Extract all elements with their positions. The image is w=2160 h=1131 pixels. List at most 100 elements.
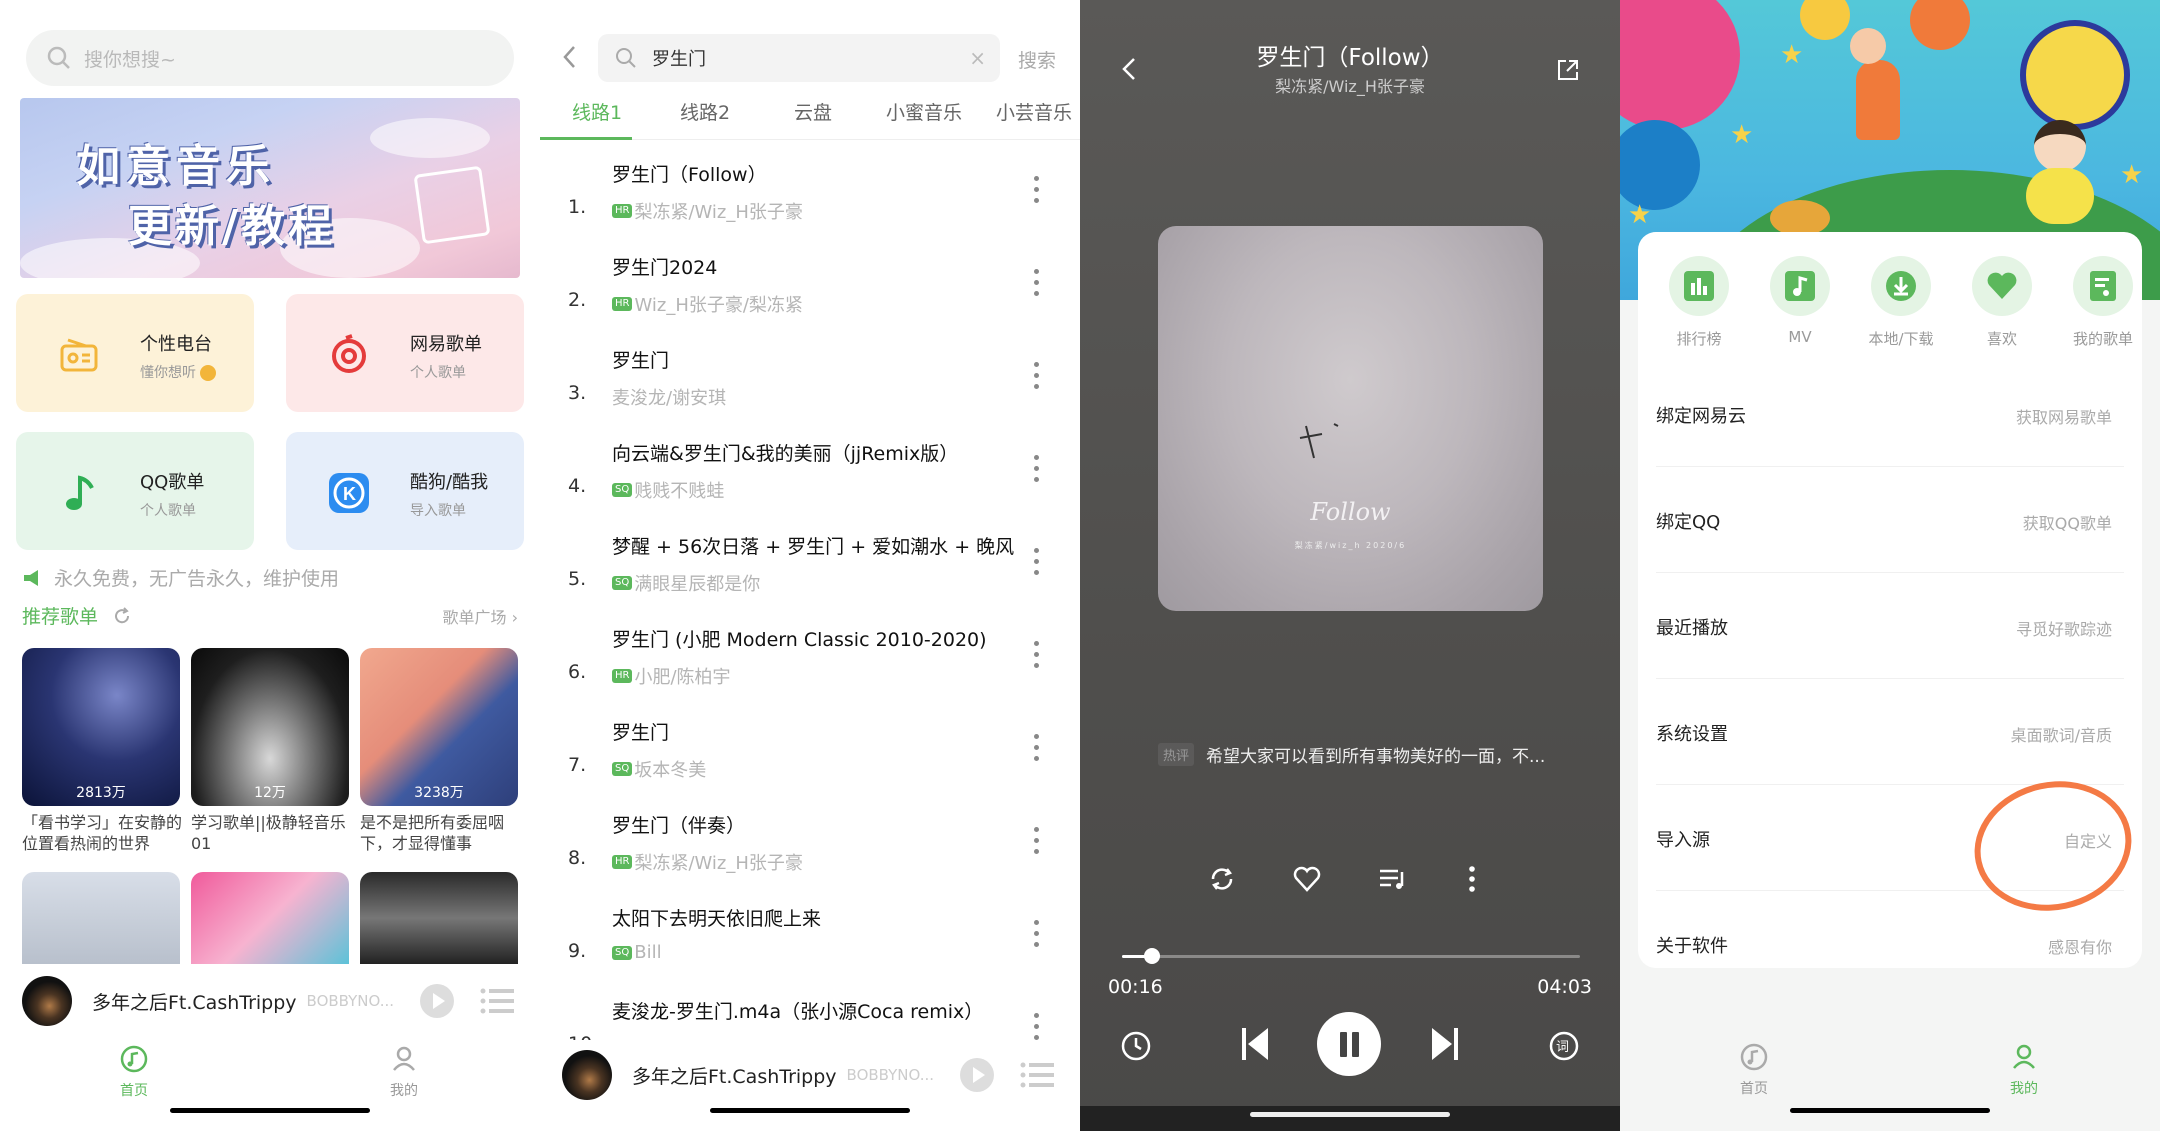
- tab-xiaomi-music[interactable]: 小蜜音乐: [886, 98, 962, 125]
- queue-icon[interactable]: [1377, 864, 1407, 894]
- quick-rank[interactable]: 排行榜: [1654, 256, 1744, 349]
- search-input[interactable]: 罗生门 ×: [598, 34, 1000, 82]
- row-recent[interactable]: 最近播放 寻觅好歌踪迹: [1656, 574, 2124, 679]
- tab-route1[interactable]: 线路1: [572, 98, 622, 125]
- tile-personal-radio[interactable]: 个性电台 懂你想听: [16, 294, 254, 412]
- tab-mine[interactable]: 我的: [364, 1044, 444, 1100]
- clear-icon[interactable]: ×: [969, 46, 986, 70]
- song-row[interactable]: 8. 罗生门（伴奏） HR 梨冻紧/Wiz_H张子豪: [540, 811, 1080, 904]
- row-label: 导入源: [1656, 830, 1710, 851]
- avatar[interactable]: [2020, 120, 2100, 230]
- tile-qq-playlist[interactable]: QQ歌单 个人歌单: [16, 432, 254, 550]
- row-settings[interactable]: 系统设置 桌面歌词/音质: [1656, 680, 2124, 785]
- more-vertical-icon[interactable]: [1034, 1013, 1040, 1041]
- mini-player-artist: BOBBYNO...: [306, 992, 395, 1010]
- quick-local-download[interactable]: 本地/下载: [1856, 256, 1946, 349]
- hot-comment[interactable]: 热评 希望大家可以看到所有事物美好的一面，不...: [1158, 742, 1545, 767]
- song-row[interactable]: 9. 太阳下去明天依旧爬上来 SQ Bill: [540, 904, 1080, 997]
- timer-icon[interactable]: [1120, 1030, 1152, 1062]
- previous-icon[interactable]: [1240, 1026, 1270, 1062]
- playlist-icon[interactable]: [480, 988, 514, 1014]
- more-vertical-icon[interactable]: [1034, 827, 1040, 855]
- more-vertical-icon[interactable]: [1034, 269, 1040, 297]
- playlist-title[interactable]: 学习歌单||极静轻音乐01: [191, 812, 351, 854]
- tile-kugou-playlist[interactable]: K 酷狗/酷我 导入歌单: [286, 432, 524, 550]
- lyrics-icon[interactable]: 词: [1548, 1030, 1580, 1062]
- screenshot-collage: 搜你想搜~ 如意音乐 更新/教程 个性电台 懂你想听 网易歌单 个人歌单 QQ歌…: [0, 0, 2160, 1131]
- tab-home[interactable]: 首页: [94, 1044, 174, 1100]
- quick-mv[interactable]: MV: [1755, 256, 1845, 346]
- row-bind-netease[interactable]: 绑定网易云 获取网易歌单: [1656, 362, 2124, 467]
- quality-badge: SQ: [612, 945, 633, 960]
- quick-my-playlists[interactable]: 我的歌单: [2058, 256, 2148, 349]
- play-icon[interactable]: [420, 984, 454, 1018]
- playlist-icon[interactable]: [1020, 1062, 1054, 1088]
- home-banner[interactable]: 如意音乐 更新/教程: [20, 98, 520, 278]
- refresh-icon[interactable]: [112, 606, 132, 626]
- playlist-title[interactable]: 「看书学习」在安静的位置看热闹的世界: [22, 812, 182, 854]
- home-search-input[interactable]: 搜你想搜~: [26, 30, 514, 86]
- tab-xiaoyun-music[interactable]: 小芸音乐: [996, 98, 1072, 125]
- progress-knob[interactable]: [1144, 948, 1161, 964]
- more-vertical-icon[interactable]: [1034, 641, 1040, 669]
- more-vertical-icon[interactable]: [1034, 920, 1040, 948]
- more-vertical-icon[interactable]: [1462, 864, 1482, 894]
- song-row[interactable]: 6. 罗生门 (小肥 Modern Classic 2010-2020) HR 小肥/…: [540, 625, 1080, 718]
- tab-mine[interactable]: 我的: [1984, 1042, 2064, 1098]
- pause-button[interactable]: [1317, 1012, 1381, 1076]
- row-bind-qq[interactable]: 绑定QQ 获取QQ歌单: [1656, 468, 2124, 573]
- chart-bars-icon: [1684, 271, 1714, 301]
- repeat-icon[interactable]: [1207, 864, 1237, 894]
- tile-sub: 个人歌单: [140, 503, 196, 519]
- cube-doodle: [413, 165, 491, 245]
- song-row[interactable]: 2. 罗生门2024 HR Wiz_H张子豪/梨冻紧: [540, 253, 1080, 346]
- playlist-cover[interactable]: [360, 872, 518, 964]
- tab-route2[interactable]: 线路2: [680, 98, 730, 125]
- play-icon[interactable]: [960, 1058, 994, 1092]
- song-row[interactable]: 5. 梦醒 + 56次日落 + 罗生门 + 爱如潮水 + 晚风 SQ 满眼星辰都是你: [540, 532, 1080, 625]
- tab-home[interactable]: 首页: [1714, 1042, 1794, 1098]
- user-icon: [2013, 1044, 2035, 1069]
- song-artist[interactable]: 梨冻紧/Wiz_H张子豪: [1080, 73, 1620, 97]
- song-row[interactable]: 4. 向云端&罗生门&我的美丽（jjRemix版） SQ 贱贱不贱蛙: [540, 439, 1080, 532]
- playlist-cover[interactable]: 3238万: [360, 648, 518, 806]
- heart-icon[interactable]: [1292, 864, 1322, 894]
- playlist-cover[interactable]: [191, 872, 349, 964]
- mine-screen: ★ ★ ★ ★ 排行榜 MV 本地/下载 喜欢 我的歌单 绑定网易云 获取网易歌…: [1620, 0, 2160, 1131]
- row-hint: 获取QQ歌单: [2022, 514, 2112, 533]
- playlist-square-link[interactable]: 歌单广场 ›: [443, 604, 519, 628]
- song-index: 3.: [568, 382, 587, 404]
- next-icon[interactable]: [1430, 1026, 1460, 1062]
- mini-player[interactable]: 多年之后Ft.CashTrippy BOBBYNO...: [0, 966, 540, 1036]
- song-title: 罗生门（伴奏）: [612, 815, 746, 837]
- more-vertical-icon[interactable]: [1034, 362, 1040, 390]
- more-vertical-icon[interactable]: [1034, 548, 1040, 576]
- mini-player-cover: [562, 1050, 612, 1100]
- tab-cloud[interactable]: 云盘: [794, 98, 832, 125]
- progress-bar[interactable]: [1122, 948, 1580, 964]
- song-artist: HR 梨冻紧/Wiz_H张子豪: [612, 198, 803, 224]
- mini-player[interactable]: 多年之后Ft.CashTrippy BOBBYNO...: [540, 1040, 1080, 1110]
- playlist-cover[interactable]: [22, 872, 180, 964]
- playlist-cover[interactable]: 12万: [191, 648, 349, 806]
- song-row[interactable]: 1. 罗生门（Follow） HR 梨冻紧/Wiz_H张子豪: [540, 160, 1080, 253]
- song-row[interactable]: 7. 罗生门 SQ 坂本冬美: [540, 718, 1080, 811]
- play-circle-icon: [200, 365, 217, 381]
- song-row[interactable]: 3. 罗生门 麦浚龙/谢安琪: [540, 346, 1080, 439]
- song-artist: SQ 坂本冬美: [612, 756, 706, 782]
- playlist-title[interactable]: 是不是把所有委屈咽下，才显得懂事: [360, 812, 520, 854]
- tile-netease-playlist[interactable]: 网易歌单 个人歌单: [286, 294, 524, 412]
- more-vertical-icon[interactable]: [1034, 734, 1040, 762]
- search-button[interactable]: 搜索: [1018, 46, 1056, 73]
- share-icon[interactable]: [1556, 58, 1580, 82]
- back-icon[interactable]: [560, 44, 580, 70]
- quick-favorites[interactable]: 喜欢: [1957, 256, 2047, 349]
- song-artist: 麦浚龙/谢安琪: [612, 388, 727, 409]
- more-vertical-icon[interactable]: [1034, 176, 1040, 204]
- search-icon: [616, 48, 636, 68]
- playlist-cover[interactable]: 2813万: [22, 648, 180, 806]
- music-note-icon: [66, 475, 94, 510]
- more-vertical-icon[interactable]: [1034, 455, 1040, 483]
- tile-sub: 导入歌单: [410, 503, 466, 519]
- row-label: 绑定网易云: [1656, 406, 1746, 427]
